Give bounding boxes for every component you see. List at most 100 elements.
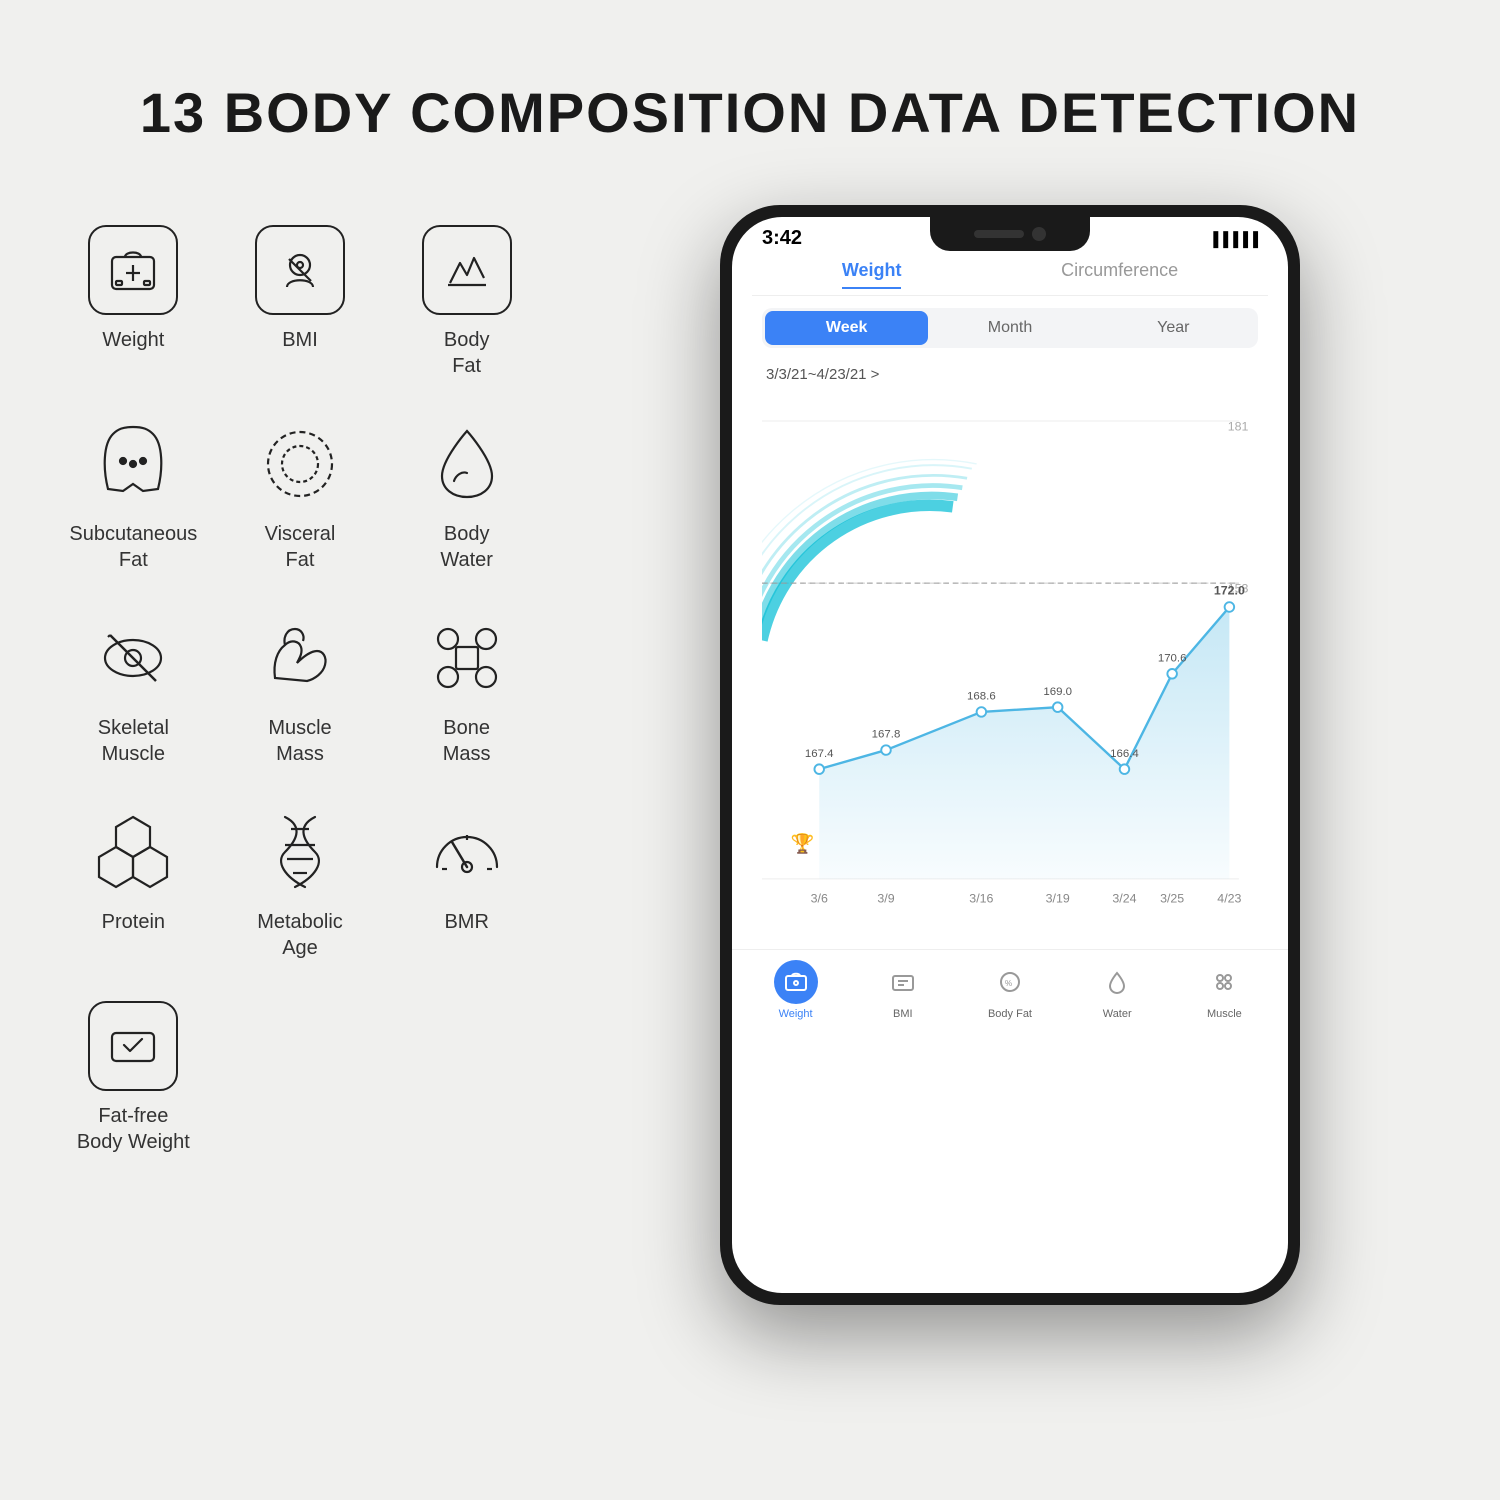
body-water-svg <box>422 419 512 509</box>
phone-notch <box>930 217 1090 251</box>
svg-text:3/24: 3/24 <box>1112 892 1136 906</box>
bmi-icon <box>273 243 327 297</box>
icon-item-fat-free-body-weight: Fat-freeBody Weight <box>60 1001 207 1155</box>
bone-mass-label: BoneMass <box>443 715 491 767</box>
nav-weight-label: Weight <box>779 1008 813 1020</box>
muscle-mass-svg <box>255 613 345 703</box>
skeletal-muscle-label: SkeletalMuscle <box>98 715 169 767</box>
body-water-label: BodyWater <box>440 521 493 573</box>
icon-item-weight: Weight <box>60 225 207 379</box>
weight-icon <box>106 243 160 297</box>
nav-fat-icon: % <box>998 970 1022 994</box>
metabolic-age-label: MetabolicAge <box>257 909 343 961</box>
tab-weight[interactable]: Weight <box>842 260 902 289</box>
metabolic-age-icon <box>255 807 345 897</box>
bmi-label: BMI <box>282 327 318 353</box>
subcutaneous-fat-svg <box>88 419 178 509</box>
tab-row: Weight Circumference <box>752 250 1268 296</box>
nav-water-label: Water <box>1103 1008 1132 1020</box>
page-header: 13 BODY COMPOSITION DATA DETECTION <box>0 0 1500 205</box>
icon-item-visceral-fat: VisceralFat <box>227 419 374 573</box>
status-time: 3:42 <box>762 227 802 250</box>
svg-text:169.0: 169.0 <box>1043 686 1072 698</box>
muscle-mass-label: MuscleMass <box>268 715 331 767</box>
weight-label: Weight <box>102 327 164 353</box>
muscle-mass-icon <box>255 613 345 703</box>
svg-text:168.6: 168.6 <box>967 691 996 703</box>
date-range[interactable]: 3/3/21~4/23/21 > <box>752 360 1268 389</box>
svg-text:170.6: 170.6 <box>1158 652 1187 664</box>
svg-text:167.8: 167.8 <box>872 729 901 741</box>
nav-weight[interactable]: Weight <box>774 960 818 1020</box>
icon-item-protein: Protein <box>60 807 207 961</box>
fat-free-icon <box>106 1019 160 1073</box>
body-fat-icon <box>440 243 494 297</box>
nav-water-icon-wrap <box>1095 960 1139 1004</box>
svg-text:172.0: 172.0 <box>1214 584 1245 598</box>
nav-weight-icon <box>784 970 808 994</box>
nav-bmi-label: BMI <box>893 1008 913 1020</box>
nav-fat-label: Body Fat <box>988 1008 1032 1020</box>
notch-camera <box>1032 227 1046 241</box>
period-year[interactable]: Year <box>1092 311 1255 345</box>
visceral-fat-icon <box>255 419 345 509</box>
icon-item-bone-mass: BoneMass <box>393 613 540 767</box>
body-fat-label: BodyFat <box>444 327 490 379</box>
skeletal-muscle-icon <box>88 613 178 703</box>
protein-label: Protein <box>102 909 165 935</box>
chart-container: 181 153 <box>762 389 1258 949</box>
phone-frame: 3:42 ▐▐▐▐▐ Weight Circumference <box>720 205 1300 1305</box>
period-selector: Week Month Year <box>762 308 1258 348</box>
svg-text:167.4: 167.4 <box>805 748 834 760</box>
subcutaneous-fat-icon <box>88 419 178 509</box>
nav-muscle[interactable]: Muscle <box>1202 960 1246 1020</box>
visceral-fat-svg <box>255 419 345 509</box>
svg-text:166.4: 166.4 <box>1110 748 1139 760</box>
page-title: 13 BODY COMPOSITION DATA DETECTION <box>0 80 1500 145</box>
signal-icon: ▐▐▐▐▐ <box>1208 231 1258 247</box>
phone-wrapper: 3:42 ▐▐▐▐▐ Weight Circumference <box>720 205 1300 1305</box>
nav-bmi[interactable]: BMI <box>881 960 925 1020</box>
bottom-nav: Weight BMI <box>732 949 1288 1030</box>
bmi-icon-box <box>255 225 345 315</box>
phone-screen: 3:42 ▐▐▐▐▐ Weight Circumference <box>732 217 1288 1293</box>
fat-free-icon-box <box>88 1001 178 1091</box>
svg-text:3/25: 3/25 <box>1160 892 1184 906</box>
icon-item-muscle-mass: MuscleMass <box>227 613 374 767</box>
nav-muscle-icon-wrap <box>1202 960 1246 1004</box>
skeletal-muscle-svg <box>88 613 178 703</box>
svg-text:3/6: 3/6 <box>811 892 828 906</box>
nav-water-icon <box>1105 970 1129 994</box>
svg-text:%: % <box>1005 979 1012 988</box>
icon-item-metabolic-age: MetabolicAge <box>227 807 374 961</box>
weight-icon-box <box>88 225 178 315</box>
period-month[interactable]: Month <box>928 311 1091 345</box>
icon-item-skeletal-muscle: SkeletalMuscle <box>60 613 207 767</box>
icon-item-subcutaneous-fat: SubcutaneousFat <box>60 419 207 573</box>
fat-free-label: Fat-freeBody Weight <box>77 1103 190 1155</box>
bone-mass-icon <box>422 613 512 703</box>
visceral-fat-label: VisceralFat <box>265 521 336 573</box>
icons-grid: Weight BMI BodyFat <box>60 205 540 1155</box>
nav-muscle-label: Muscle <box>1207 1008 1242 1020</box>
nav-fat[interactable]: % Body Fat <box>988 960 1032 1020</box>
svg-text:3/19: 3/19 <box>1046 892 1070 906</box>
svg-text:3/9: 3/9 <box>877 892 894 906</box>
weight-chart: 181 153 <box>762 389 1258 949</box>
metabolic-age-svg <box>255 807 345 897</box>
phone-section: 3:42 ▐▐▐▐▐ Weight Circumference <box>580 205 1440 1305</box>
nav-water[interactable]: Water <box>1095 960 1139 1020</box>
body-water-icon <box>422 419 512 509</box>
nav-bmi-icon-wrap <box>881 960 925 1004</box>
bmr-svg <box>422 807 512 897</box>
main-content: Weight BMI BodyFat <box>0 205 1500 1305</box>
protein-icon <box>88 807 178 897</box>
svg-text:181: 181 <box>1228 420 1249 434</box>
period-week[interactable]: Week <box>765 311 928 345</box>
screen-inner: 3:42 ▐▐▐▐▐ Weight Circumference <box>732 217 1288 1293</box>
nav-weight-icon-wrap <box>774 960 818 1004</box>
bmr-icon <box>422 807 512 897</box>
body-fat-icon-box <box>422 225 512 315</box>
tab-circumference[interactable]: Circumference <box>1061 260 1178 289</box>
nav-bmi-icon <box>891 970 915 994</box>
